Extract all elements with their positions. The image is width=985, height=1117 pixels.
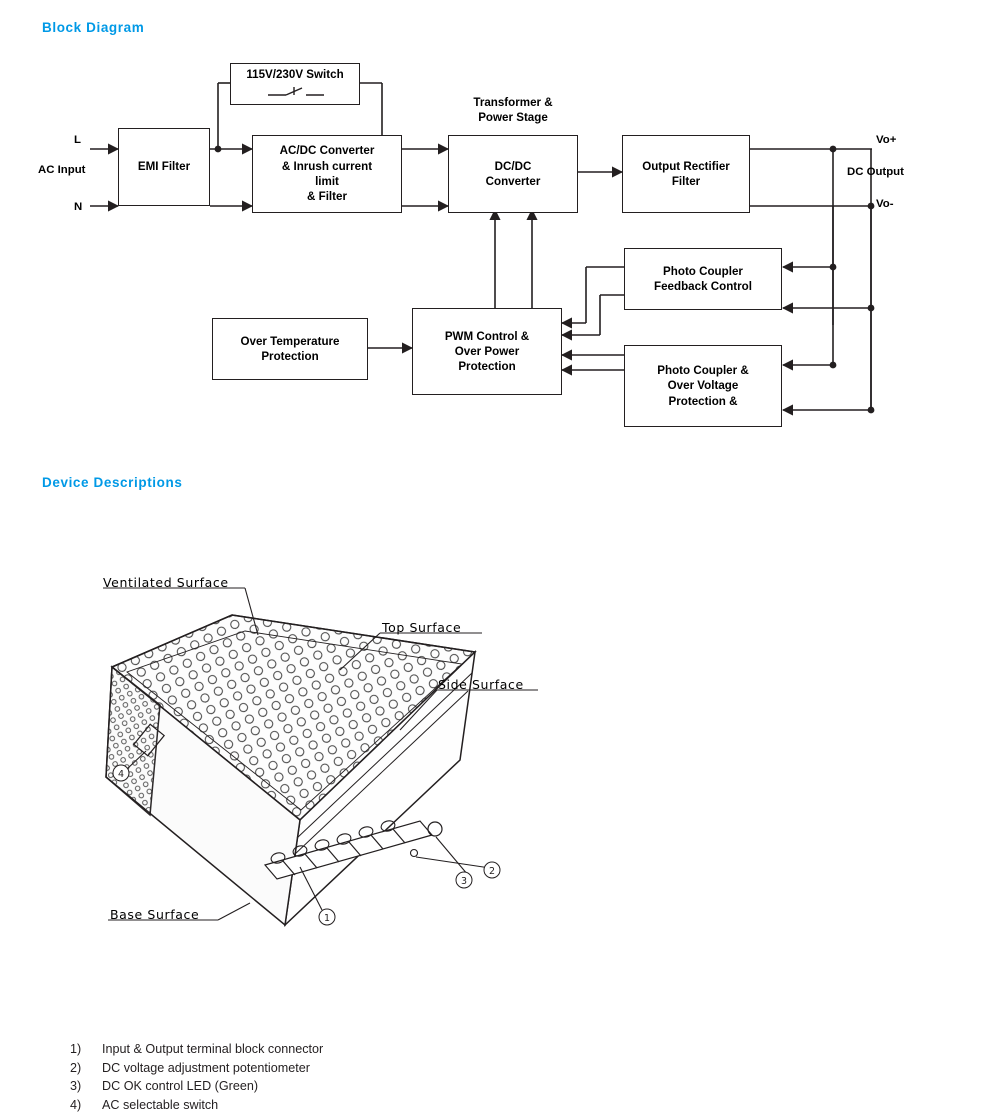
legend-text: Input & Output terminal block connector <box>102 1042 324 1056</box>
legend-number: 3) <box>70 1079 82 1093</box>
block-over-temperature-protection-label: Over Temperature Protection <box>240 334 340 363</box>
block-photo-coupler-ovp: Photo Coupler & Over Voltage Protection … <box>624 345 782 427</box>
svg-text:4: 4 <box>118 769 124 780</box>
legend-text: DC OK control LED (Green) <box>102 1079 259 1093</box>
block-diagram-section-title: Block Diagram <box>42 20 145 35</box>
label-base-surface: Base Surface <box>110 907 200 922</box>
block-photo-coupler-ovp-label: Photo Coupler & Over Voltage Protection … <box>657 364 749 408</box>
legend-text: AC selectable switch <box>102 1097 219 1112</box>
legend-item: 3) DC OK control LED (Green) <box>70 1077 570 1096</box>
legend-number: 2) <box>70 1060 82 1075</box>
block-pwm-control: PWM Control & Over Power Protection <box>412 308 562 395</box>
block-dcdc-converter: DC/DC Converter <box>448 135 578 213</box>
device-illustration: 1 2 3 4 Ventilated Surface Top Surface S… <box>0 505 985 955</box>
device-drawing: 1 2 3 4 <box>103 587 538 928</box>
block-pwm-control-label: PWM Control & Over Power Protection <box>444 329 530 374</box>
device-legend: 1) Input & Output terminal block connect… <box>70 1040 570 1114</box>
svg-text:2: 2 <box>489 866 495 877</box>
block-output-rectifier-filter-label: Output Rectifier Filter <box>642 159 730 188</box>
legend-item: 1) Input & Output terminal block connect… <box>70 1040 570 1059</box>
legend-item: 2) DC voltage adjustment potentiometer <box>70 1059 570 1078</box>
label-neutral: N <box>74 201 83 213</box>
block-diagram: 115V/230V Switch EMI Filter AC/DC Conver… <box>0 45 985 445</box>
block-voltage-switch-label: 115V/230V Switch <box>246 68 344 81</box>
label-ventilated-surface: Ventilated Surface <box>103 575 229 590</box>
label-ac-input: AC Input <box>38 164 86 176</box>
block-over-temperature-protection: Over Temperature Protection <box>212 318 368 380</box>
svg-text:3: 3 <box>461 876 467 887</box>
legend-text: DC voltage adjustment potentiometer <box>102 1060 310 1075</box>
block-emi-filter: EMI Filter <box>118 128 210 206</box>
label-line: L <box>74 134 81 146</box>
svg-text:1: 1 <box>324 913 330 924</box>
device-descriptions-section-title: Device Descriptions <box>42 475 183 490</box>
legend-number: 4) <box>70 1097 82 1112</box>
label-vo-minus: Vo- <box>876 198 894 210</box>
block-voltage-switch: 115V/230V Switch <box>230 63 360 105</box>
block-emi-filter-label: EMI Filter <box>137 160 191 174</box>
label-vo-plus: Vo+ <box>876 134 897 146</box>
block-photo-coupler-feedback: Photo Coupler Feedback Control <box>624 248 782 310</box>
block-acdc-converter: AC/DC Converter & Inrush current limit &… <box>252 135 402 213</box>
block-acdc-converter-label: AC/DC Converter & Inrush current limit &… <box>279 144 375 204</box>
legend-item: 4) AC selectable switch <box>70 1096 570 1115</box>
block-output-rectifier-filter: Output Rectifier Filter <box>622 135 750 213</box>
label-transformer-power-stage: Transformer & Power Stage <box>473 96 553 125</box>
label-top-surface: Top Surface <box>382 620 462 635</box>
label-dc-output: DC Output <box>847 166 904 178</box>
label-side-surface: Side Surface <box>438 677 524 692</box>
block-photo-coupler-feedback-label: Photo Coupler Feedback Control <box>654 264 752 293</box>
block-dcdc-converter-label: DC/DC Converter <box>485 159 541 188</box>
legend-number: 1) <box>70 1042 82 1056</box>
